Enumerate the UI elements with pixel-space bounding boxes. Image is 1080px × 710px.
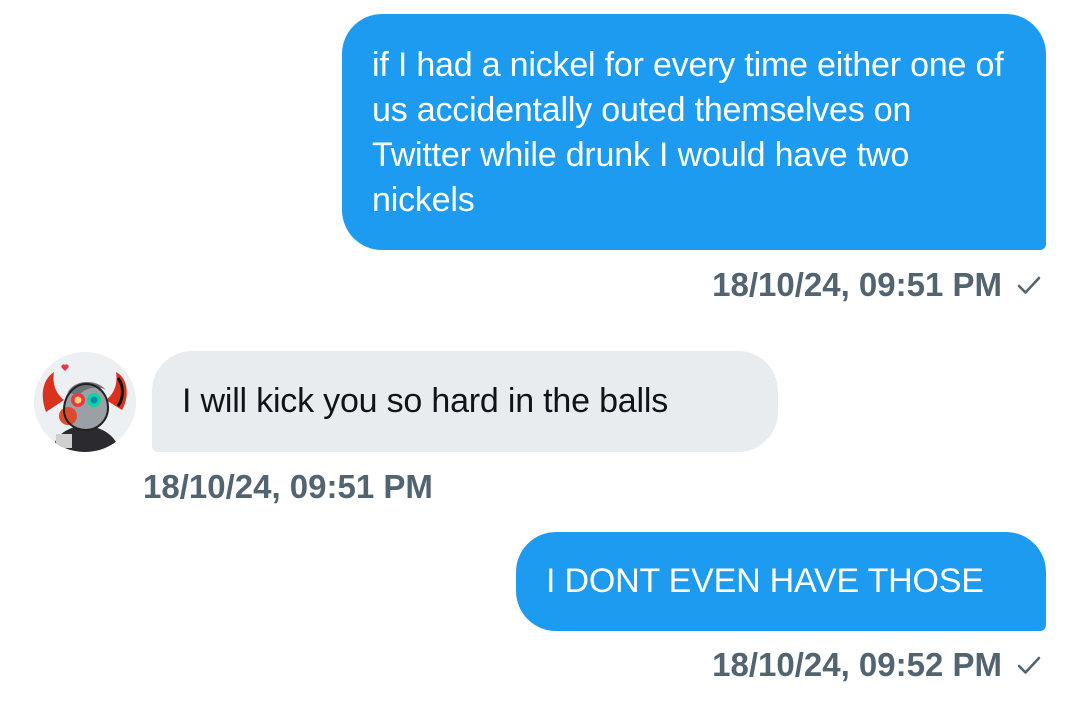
message-timestamp: 18/10/24, 09:52 PM [712, 646, 1002, 683]
message-meta: 18/10/24, 09:51 PM [143, 467, 433, 507]
message-text: I DONT EVEN HAVE THOSE [546, 562, 984, 600]
user-avatar[interactable] [34, 352, 136, 452]
sent-message-bubble[interactable]: if I had a nickel for every time either … [342, 14, 1046, 250]
message-timestamp: 18/10/24, 09:51 PM [712, 266, 1002, 303]
sent-message-bubble[interactable]: I DONT EVEN HAVE THOSE [516, 532, 1046, 631]
message-timestamp: 18/10/24, 09:51 PM [143, 468, 433, 505]
message-text: I will kick you so hard in the balls [182, 382, 669, 420]
check-icon [1016, 650, 1046, 680]
dm-thread: if I had a nickel for every time either … [0, 0, 1080, 710]
received-message-bubble[interactable]: I will kick you so hard in the balls [152, 351, 778, 452]
message-meta: 18/10/24, 09:51 PM [712, 265, 1046, 305]
message-meta: 18/10/24, 09:52 PM [712, 645, 1046, 685]
message-text: if I had a nickel for every time either … [372, 46, 1004, 219]
check-icon [1016, 270, 1046, 300]
